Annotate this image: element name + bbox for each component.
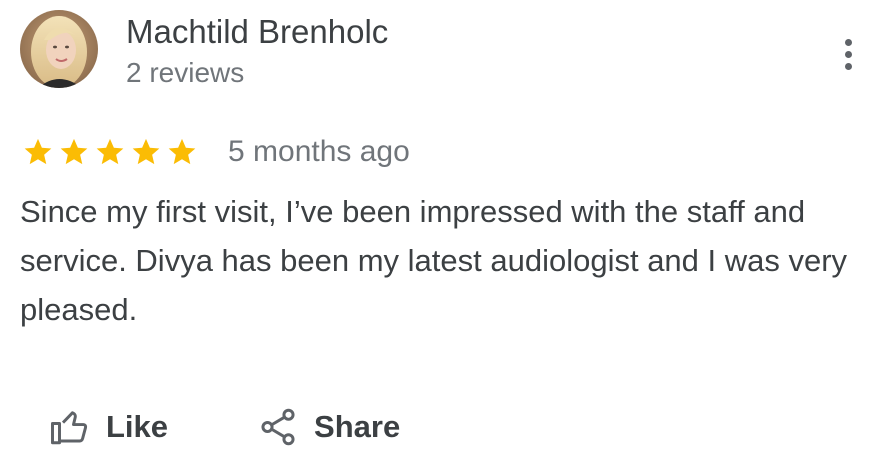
review-count: 2 reviews [126, 57, 245, 88]
star-icon [96, 138, 124, 165]
avatar-image [20, 10, 98, 88]
star-icon [132, 138, 160, 165]
star-icon [168, 138, 196, 165]
avatar[interactable] [20, 10, 98, 88]
thumbs-up-icon [48, 405, 92, 449]
share-icon [256, 405, 300, 449]
more-options-button[interactable] [830, 30, 866, 78]
review-actions: Like Share [48, 400, 488, 454]
more-vert-icon [844, 38, 852, 70]
like-button[interactable]: Like [48, 405, 168, 449]
star-icon [60, 138, 88, 165]
review-card: Machtild Brenholc 2 reviews 5 months ago… [0, 0, 878, 457]
star-rating [22, 135, 202, 169]
review-text: Since my first visit, I’ve been impresse… [20, 194, 848, 327]
review-timestamp: 5 months ago [228, 135, 410, 168]
like-label: Like [106, 409, 169, 444]
share-button[interactable]: Share [256, 405, 400, 449]
author-name[interactable]: Machtild Brenholc [126, 12, 388, 52]
share-label: Share [314, 409, 401, 444]
star-icon [24, 138, 52, 165]
